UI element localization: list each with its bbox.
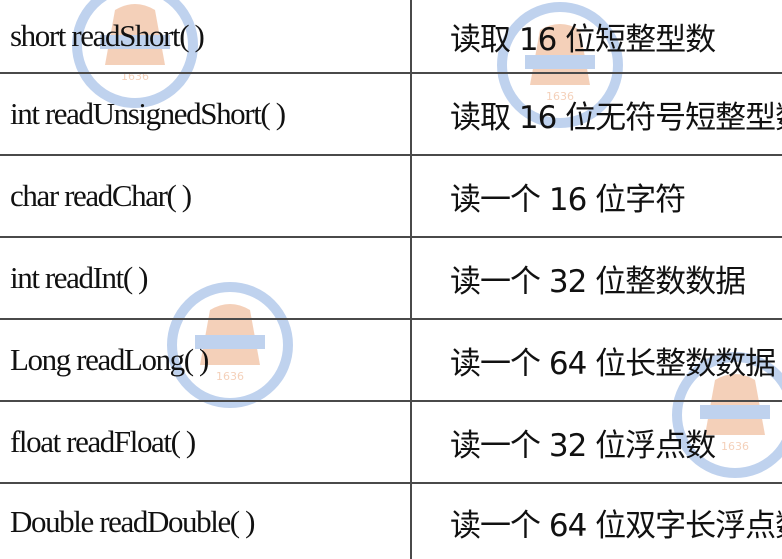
method-signature: Long readLong( ) [0,318,412,402]
method-description: 读一个 16 位字符 [411,154,782,238]
method-signature: char readChar( ) [0,154,412,238]
method-table: short readShort( ) 读取 16 位短整型数 int readU… [0,0,782,559]
method-description: 读一个 64 位长整数数据 [411,318,782,402]
table-row: int readInt( ) 读一个 32 位整数数据 [0,236,782,320]
table-row: int readUnsignedShort( ) 读取 16 位无符号短整型数 [0,72,782,156]
method-description: 读一个 64 位双字长浮点数 [411,482,782,559]
method-signature: int readUnsignedShort( ) [0,72,412,156]
method-signature: short readShort( ) [0,0,412,74]
method-description: 读取 16 位无符号短整型数 [411,72,782,156]
method-description: 读取 16 位短整型数 [411,0,782,74]
table-row: short readShort( ) 读取 16 位短整型数 [0,0,782,74]
table-row: Long readLong( ) 读一个 64 位长整数数据 [0,318,782,402]
page: 1636 1636 1636 1636 short readShort( ) 读… [0,0,782,559]
table-row: float readFloat( ) 读一个 32 位浮点数 [0,400,782,484]
table-row: char readChar( ) 读一个 16 位字符 [0,154,782,238]
table-row: Double readDouble( ) 读一个 64 位双字长浮点数 [0,482,782,559]
method-description: 读一个 32 位浮点数 [411,400,782,484]
method-signature: float readFloat( ) [0,400,412,484]
method-description: 读一个 32 位整数数据 [411,236,782,320]
method-signature: int readInt( ) [0,236,412,320]
method-signature: Double readDouble( ) [0,482,412,559]
